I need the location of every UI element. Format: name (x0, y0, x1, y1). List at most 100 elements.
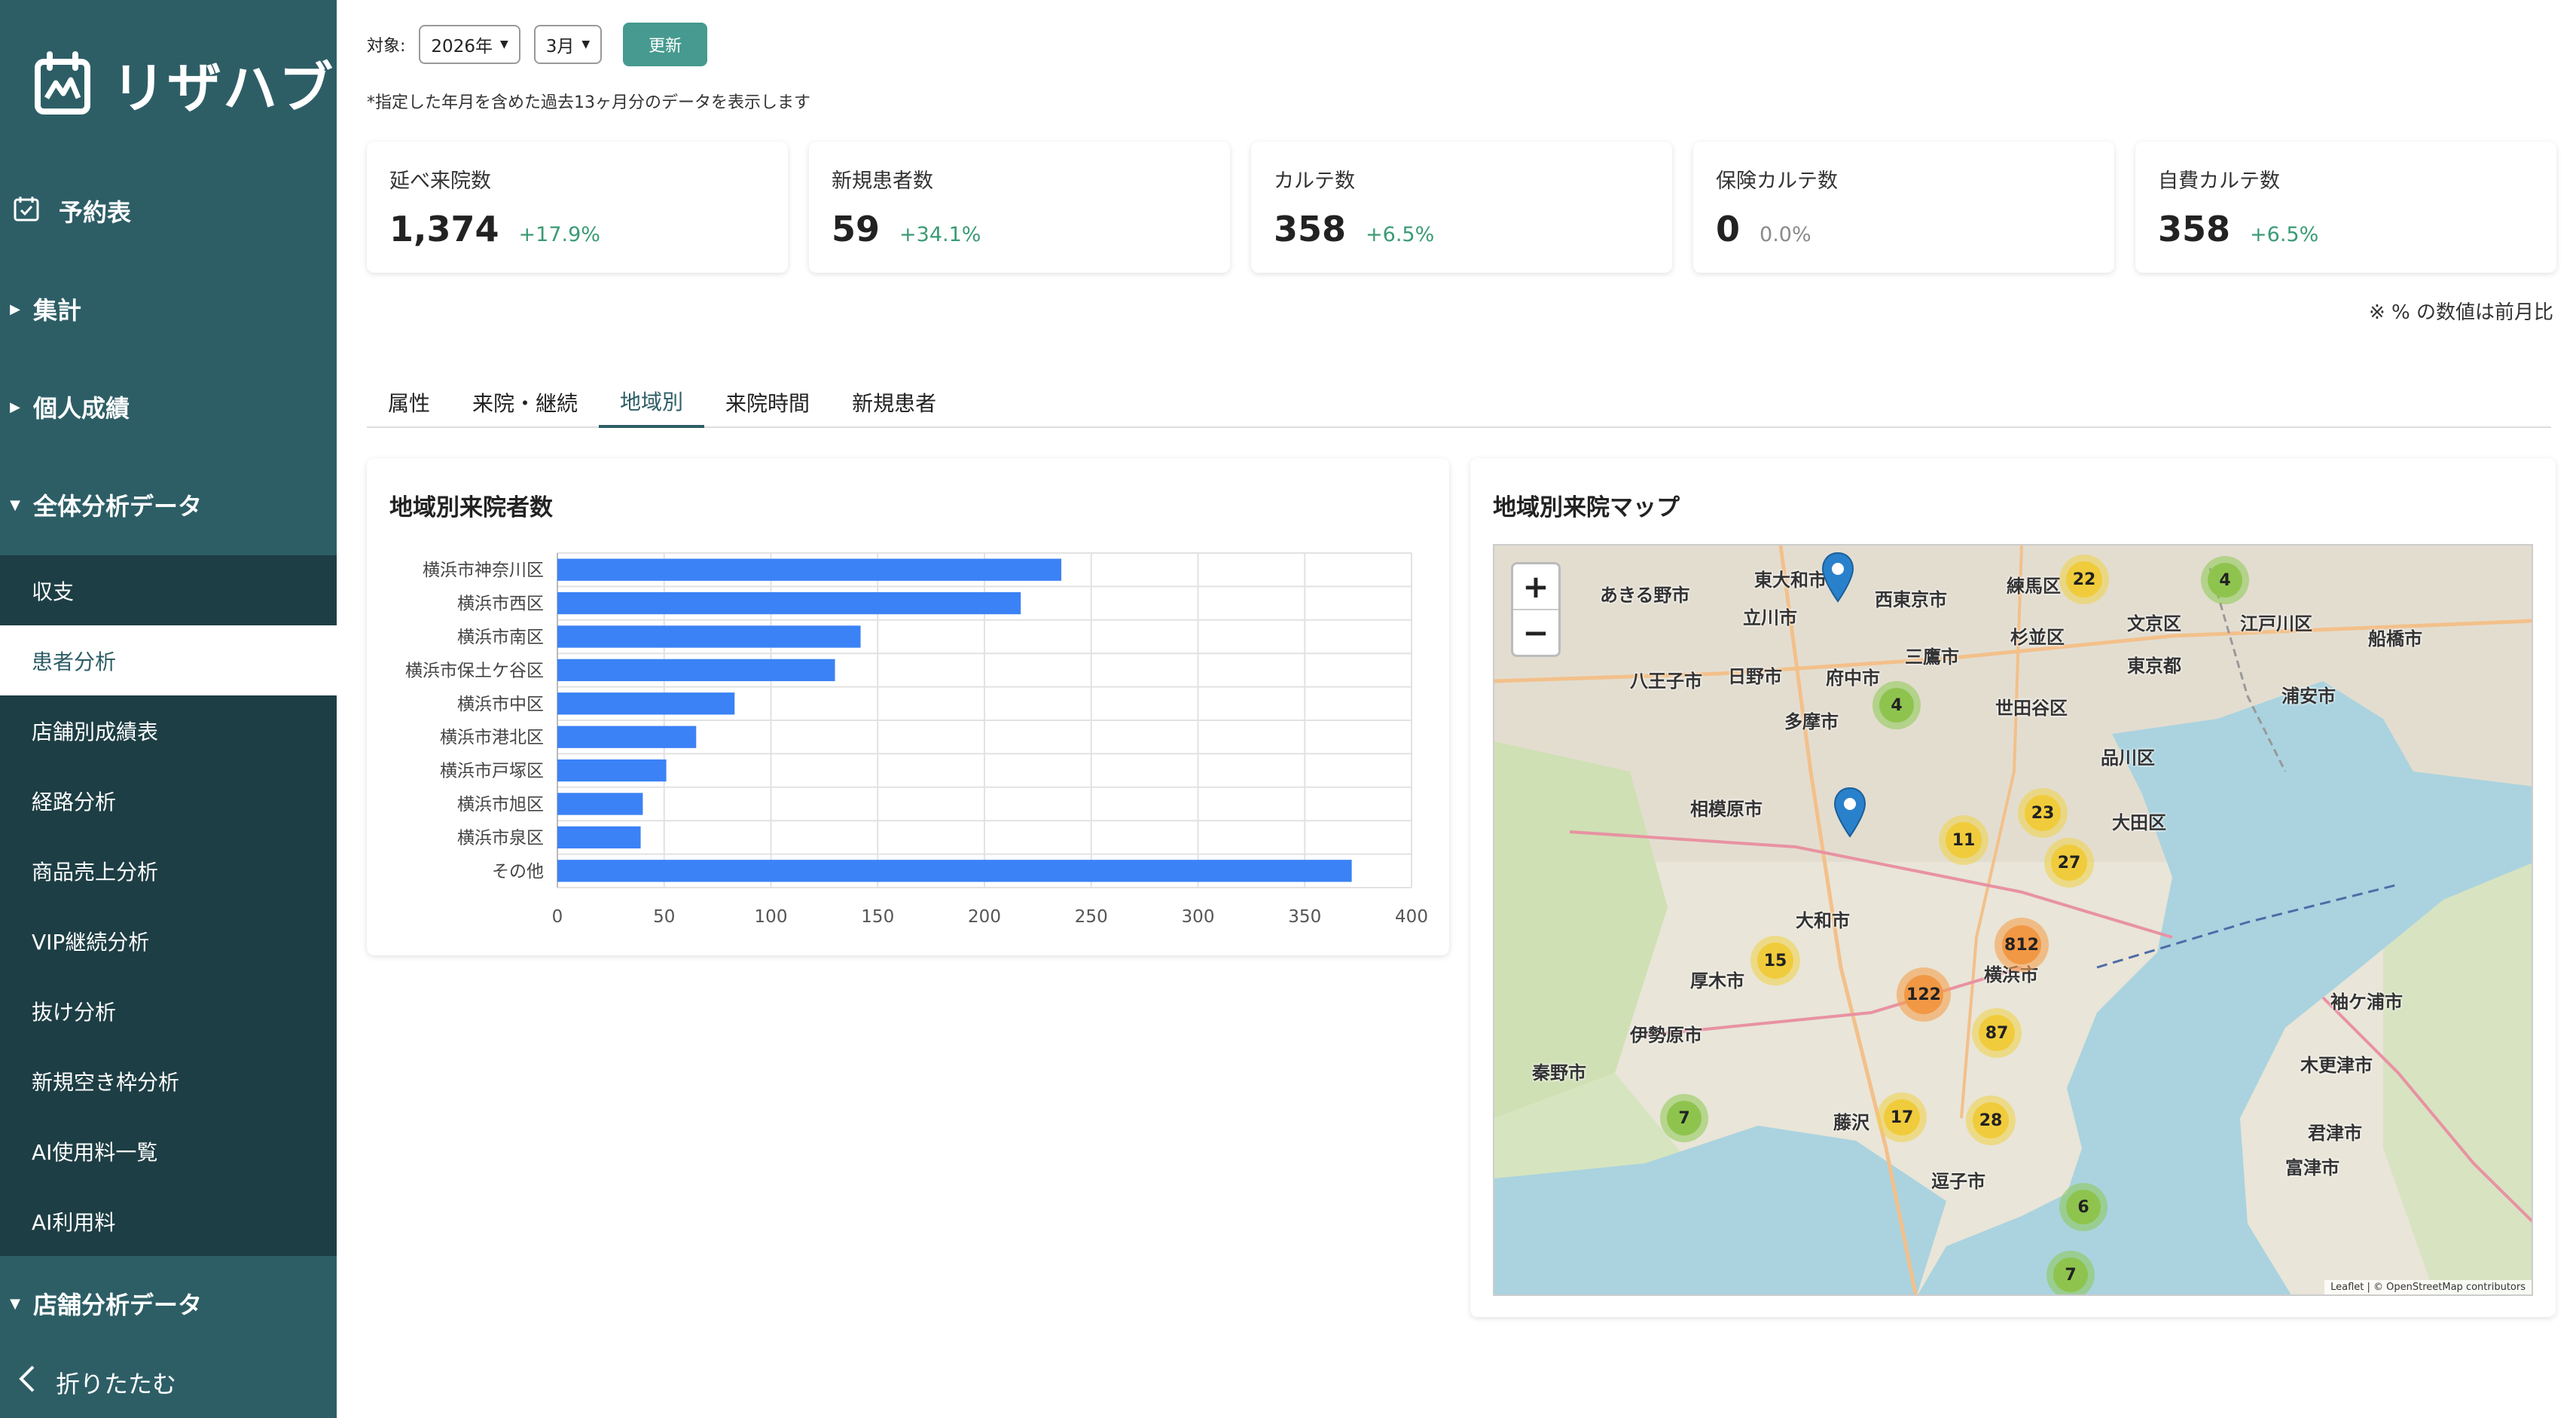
kpi-label: 新規患者数 (832, 170, 933, 193)
map-cluster[interactable]: 4 (2201, 556, 2249, 604)
sidebar-item-ai-usage-list[interactable]: AI使用料一覧 (0, 1116, 337, 1186)
x-tick-label: 250 (1075, 907, 1108, 927)
collapse-label: 折りたたむ (56, 1370, 177, 1398)
map-label: 大田区 (2112, 812, 2166, 833)
x-tick-label: 350 (1288, 907, 1321, 927)
bar[interactable] (557, 558, 1062, 581)
bar[interactable] (557, 826, 641, 849)
map-cluster[interactable]: 17 (1877, 1093, 1927, 1142)
nav-aggregate[interactable]: ▶ 集計 (0, 290, 337, 328)
logo[interactable]: リザハブ (33, 44, 334, 123)
x-tick-label: 200 (968, 907, 1001, 927)
nav-reservation[interactable]: 予約表 (0, 192, 337, 230)
kpi-value: 358 (2158, 209, 2231, 249)
tab-visit-time[interactable]: 来院時間 (704, 377, 831, 428)
sidebar-item-route-analysis[interactable]: 経路分析 (0, 766, 337, 836)
map-label: 府中市 (1826, 668, 1880, 689)
app-name: リザハブ (111, 57, 335, 120)
sidebar-item-ai-fee[interactable]: AI利用料 (0, 1186, 337, 1256)
kpi-value: 0 (1716, 209, 1741, 249)
map-label: 秦野市 (1532, 1062, 1586, 1083)
map-label: 厚木市 (1690, 970, 1744, 992)
caret-down-icon: ▼ (581, 38, 591, 50)
tab-new-patients[interactable]: 新規患者 (831, 377, 957, 428)
bar[interactable] (557, 860, 1352, 882)
map-cluster[interactable]: 23 (2018, 788, 2068, 838)
region-chart-card: 地域別来院者数 0 50 100 150 200 250 300 350 400 横浜市神奈川区横… (367, 458, 1449, 955)
map-label: 立川市 (1743, 607, 1797, 628)
bar[interactable] (557, 591, 1021, 615)
caret-down-icon: ▼ (499, 38, 508, 50)
map-cluster[interactable]: 122 (1897, 967, 1951, 1022)
sidebar-item-patient-analysis[interactable]: 患者分析 (0, 625, 337, 695)
month-select[interactable]: 3月 ▼ (533, 25, 603, 64)
map-label: 多摩市 (1784, 711, 1839, 732)
sidebar: リザハブ 予約表 ▶ 集計 ▶ 個人成績 ▼ 全体分析データ 収支 患者分析 店… (0, 0, 337, 1418)
map-cluster[interactable]: 6 (2059, 1183, 2107, 1231)
map-cluster[interactable]: 87 (1972, 1008, 2022, 1058)
zoom-out-button[interactable]: − (1513, 610, 1558, 655)
map-cluster[interactable]: 812 (1995, 918, 2049, 972)
map-label: 藤沢 (1833, 1112, 1869, 1133)
kpi-value: 1,374 (389, 209, 499, 249)
caret-down-icon: ▼ (10, 497, 20, 513)
map-attribution[interactable]: Leaflet | © OpenStreetMap contributors (2324, 1280, 2532, 1294)
main-content: 対象: 2026年 ▼ 3月 ▼ 更新 *指定した年月を含めた過去13ヶ月分のデ… (337, 0, 2576, 1418)
map-label: 江戸川区 (2240, 613, 2312, 634)
map-label: 日野市 (1728, 666, 1782, 687)
bar[interactable] (557, 793, 643, 815)
map-cluster[interactable]: 4 (1872, 681, 1921, 729)
bar[interactable] (557, 726, 697, 748)
nav-store[interactable]: ▼ 店舗分析データ (0, 1285, 337, 1322)
y-tick-label: 横浜市港北区 (440, 728, 544, 747)
map-cluster[interactable]: 15 (1750, 936, 1800, 986)
sidebar-item-product-sales[interactable]: 商品売上分析 (0, 836, 337, 906)
map-label: 杉並区 (2010, 627, 2065, 648)
map-pin-icon[interactable] (1821, 552, 1854, 604)
nav-overall[interactable]: ▼ 全体分析データ (0, 486, 337, 524)
sidebar-item-dropout[interactable]: 抜け分析 (0, 976, 337, 1046)
map-zoom-control: + − (1511, 562, 1561, 657)
sidebar-item-income[interactable]: 収支 (0, 555, 337, 625)
x-tick-label: 400 (1395, 907, 1428, 927)
map-label: 富津市 (2285, 1157, 2339, 1178)
sidebar-item-store-results[interactable]: 店舗別成績表 (0, 695, 337, 766)
kpi-label: カルテ数 (1274, 170, 1355, 193)
bar[interactable] (557, 659, 835, 682)
map-label: 西東京市 (1875, 589, 1947, 610)
update-button[interactable]: 更新 (623, 23, 708, 66)
region-map[interactable]: 東大和市 あきる野市 立川市 西東京市 練馬区 文京区 江戸川区 船橋市 八王子… (1493, 544, 2533, 1296)
kpi-row: 延べ来院数 1,374 +17.9% 新規患者数 59 +34.1% カルテ数 35… (367, 142, 2556, 273)
bar[interactable] (557, 692, 735, 715)
kpi-change: +6.5% (1366, 223, 1435, 246)
y-tick-label: 横浜市西区 (457, 594, 544, 614)
bar[interactable] (557, 759, 667, 782)
tab-region[interactable]: 地域別 (599, 377, 705, 428)
map-label: 大和市 (1796, 910, 1850, 931)
map-cluster[interactable]: 27 (2044, 838, 2094, 888)
y-tick-label: 横浜市戸塚区 (440, 762, 544, 781)
map-label: 練馬区 (2007, 576, 2061, 597)
nav-overall-label: 全体分析データ (33, 492, 203, 521)
region-map-title: 地域別来院マップ (1493, 494, 1680, 521)
map-cluster[interactable]: 7 (1660, 1094, 1708, 1142)
map-cluster[interactable]: 22 (2059, 555, 2109, 604)
tab-attributes[interactable]: 属性 (367, 377, 451, 428)
collapse-button[interactable]: 折りたたむ (0, 1356, 337, 1409)
tab-visits[interactable]: 来院・継続 (451, 377, 599, 428)
compare-note: ※ % の数値は前月比 (2368, 301, 2553, 324)
map-label: 君津市 (2308, 1123, 2362, 1144)
year-select[interactable]: 2026年 ▼ (419, 25, 520, 64)
bar[interactable] (557, 625, 861, 648)
nav-personal-label: 個人成績 (33, 394, 130, 423)
zoom-in-button[interactable]: + (1513, 564, 1558, 610)
map-label: 逗子市 (1931, 1171, 1985, 1192)
map-cluster[interactable]: 11 (1939, 815, 1988, 865)
sidebar-item-vip[interactable]: VIP継続分析 (0, 906, 337, 976)
sidebar-item-new-slots[interactable]: 新規空き枠分析 (0, 1046, 337, 1116)
map-pin-icon[interactable] (1833, 787, 1866, 839)
nav-personal[interactable]: ▶ 個人成績 (0, 388, 337, 426)
map-cluster[interactable]: 28 (1966, 1096, 2016, 1145)
map-label: 袖ケ浦市 (2330, 992, 2403, 1013)
map-cluster[interactable]: 7 (2046, 1251, 2095, 1294)
